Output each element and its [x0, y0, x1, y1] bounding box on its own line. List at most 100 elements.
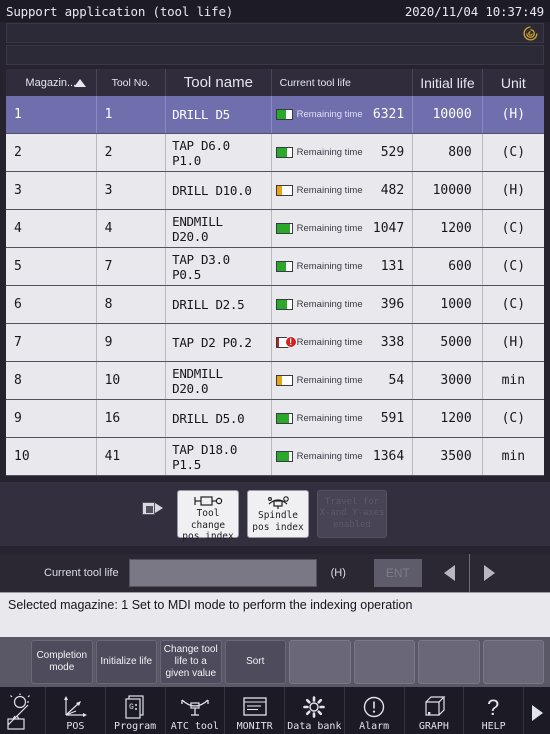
cell-unit: (C): [482, 285, 544, 324]
cell-life-value: 482: [380, 183, 405, 198]
table-row[interactable]: 9 16 DRILL D5.0 Remaining time 591 1200 (C): [6, 399, 544, 438]
nav-item-label: Program: [114, 721, 157, 732]
cell-life-value: 529: [380, 145, 405, 160]
cell-tool-name: ENDMILL D20.0: [165, 209, 272, 248]
table-row[interactable]: 6 8 DRILL D2.5 Remaining time 396 1000 (C): [6, 285, 544, 324]
cell-initial-life: 800: [412, 133, 483, 172]
cell-tool-name: DRILL D10.0: [165, 171, 272, 210]
cell-tool-no: 10: [96, 361, 167, 400]
tool-life-gauge-icon: !: [275, 336, 297, 348]
cell-life-value: 6321: [372, 107, 405, 122]
tool-change-pos-index-label-1: Tool change: [190, 508, 226, 531]
spindle-pos-index-button[interactable]: Spindle pos index: [247, 490, 309, 538]
nav-home-button[interactable]: [0, 687, 46, 734]
soft-key-empty: [353, 640, 415, 684]
column-header-magazine[interactable]: Magazin...: [6, 69, 97, 96]
nav-item-graph[interactable]: GRAPH: [405, 687, 465, 734]
nav-item-help[interactable]: ? HELP: [464, 687, 524, 734]
cell-magazine: 2: [6, 133, 97, 172]
cell-life-value: 54: [388, 373, 405, 388]
axes-position-icon: [62, 694, 88, 720]
cell-tool-no: 41: [96, 437, 167, 476]
tool-change-pos-index-label-2: pos index: [182, 531, 234, 542]
table-row[interactable]: 3 3 DRILL D10.0 Remaining time 482 10000 (H): [6, 171, 544, 210]
cell-initial-life: 10000: [412, 96, 483, 134]
soft-key-label: Initialize life: [100, 656, 153, 667]
cell-tool-no: 3: [96, 171, 167, 210]
column-header-initial-life[interactable]: Initial life: [412, 69, 483, 96]
nav-item-atc-tool[interactable]: ATC tool: [166, 687, 226, 734]
cell-life-value: 131: [380, 259, 405, 274]
nav-item-label: MONITR: [236, 721, 273, 732]
table-row[interactable]: 8 10 ENDMILL D20.0 Remaining time 54 3000 min: [6, 361, 544, 400]
life-warning-icon: !: [284, 336, 297, 348]
cell-unit: (C): [482, 399, 544, 438]
tool-life-gauge-icon: [275, 261, 293, 272]
cell-magazine: 10: [6, 437, 97, 476]
nav-item-label: Alarm: [359, 721, 390, 732]
page-title: Support application (tool life): [6, 3, 234, 19]
tool-life-gauge-icon: [275, 413, 293, 424]
nav-more-button[interactable]: [524, 687, 550, 734]
index-operation-panel: Tool change pos index Spindle pos index …: [0, 482, 550, 546]
cell-tool-no: 4: [96, 209, 167, 248]
enter-button[interactable]: ENT: [373, 559, 422, 587]
table-row[interactable]: 1 1 DRILL D5 Remaining time 6321 10000 (H): [6, 96, 544, 134]
cell-initial-life: 1200: [412, 209, 483, 248]
table-row[interactable]: 7 9 TAP D2 P0.2! Remaining time 338 5000 (H): [6, 323, 544, 362]
current-tool-life-input-label: Current tool life: [44, 567, 119, 579]
cell-magazine: 5: [6, 247, 97, 286]
soft-key-label: Completion mode: [36, 650, 88, 673]
column-header-current-tool-life[interactable]: Current tool life: [271, 69, 414, 96]
column-header-tool-no[interactable]: Tool No.: [96, 69, 167, 96]
soft-key-row: Completion mode Initialize life Change too…: [0, 637, 550, 687]
column-header-unit[interactable]: Unit: [482, 69, 544, 96]
soft-key-completion-mode[interactable]: Completion mode: [31, 640, 93, 684]
cell-tool-name: DRILL D5.0: [165, 399, 272, 438]
table-row[interactable]: 5 7 TAP D3.0 P0.5 Remaining time 131 600 (C): [6, 247, 544, 286]
tool-life-input-bar: Current tool life (H) ENT: [0, 554, 550, 592]
travel-axes-enabled-button: Travel for X-and Y-axes enabled: [317, 490, 387, 538]
cell-magazine: 4: [6, 209, 97, 248]
nav-item-alarm[interactable]: Alarm: [345, 687, 405, 734]
program-document-icon: G: [124, 694, 146, 720]
tool-change-position-icon: [193, 494, 223, 508]
status-message-text: Selected magazine: 1 Set to MDI mode to …: [8, 598, 413, 612]
table-body: 1 1 DRILL D5 Remaining time 6321 10000 (H) 2 2 TA…: [6, 96, 544, 476]
tool-life-gauge-label: Remaining time: [296, 451, 363, 462]
table-row[interactable]: 4 4 ENDMILL D20.0 Remaining time 1047 1200 (C): [6, 209, 544, 248]
brand-swirl-icon: [522, 25, 539, 42]
next-page-button[interactable]: [469, 554, 510, 592]
cell-magazine: 3: [6, 171, 97, 210]
tool-change-pos-index-button[interactable]: Tool change pos index: [177, 490, 239, 542]
cell-unit: min: [482, 437, 544, 476]
current-tool-life-input[interactable]: [128, 559, 317, 587]
cell-current-tool-life: Remaining time 131: [271, 247, 414, 286]
tab-expand-icon[interactable]: [142, 501, 166, 517]
nav-item-program[interactable]: G Program: [106, 687, 166, 734]
cell-unit: (C): [482, 247, 544, 286]
svg-text:?: ?: [487, 695, 499, 719]
column-header-tool-name[interactable]: Tool name: [165, 69, 272, 96]
tool-life-gauge-icon: [275, 375, 293, 386]
soft-key-initialize-life[interactable]: Initialize life: [95, 640, 157, 684]
nav-item-data-bank[interactable]: Data bank: [285, 687, 345, 734]
table-row[interactable]: 10 41 TAP D18.0 P1.5 Remaining time 1364 3500…: [6, 437, 544, 476]
table-row[interactable]: 2 2 TAP D6.0 P1.0 Remaining time 529 800 (C): [6, 133, 544, 172]
nav-item-monitr[interactable]: MONITR: [225, 687, 285, 734]
tool-life-gauge-label: Remaining time: [296, 109, 363, 120]
machine-lamp-icon: [6, 693, 40, 730]
nav-item-pos[interactable]: POS: [46, 687, 106, 734]
cell-tool-name: TAP D2 P0.2: [165, 323, 272, 362]
soft-key-change-tool-life-to-a-given-value[interactable]: Change tool life to a given value: [160, 640, 222, 684]
clock: 2020/11/04 10:37:49: [404, 3, 544, 19]
previous-page-button[interactable]: [429, 554, 470, 592]
soft-key-empty: [482, 640, 544, 684]
tool-life-gauge-icon: [275, 109, 293, 120]
soft-key-sort[interactable]: Sort: [224, 640, 286, 684]
tool-life-gauge-icon: [275, 451, 293, 462]
cell-current-tool-life: Remaining time 1364: [271, 437, 414, 476]
sort-asc-arrow-icon: [73, 78, 86, 87]
cell-life-value: 338: [380, 335, 405, 350]
cell-initial-life: 10000: [412, 171, 483, 210]
